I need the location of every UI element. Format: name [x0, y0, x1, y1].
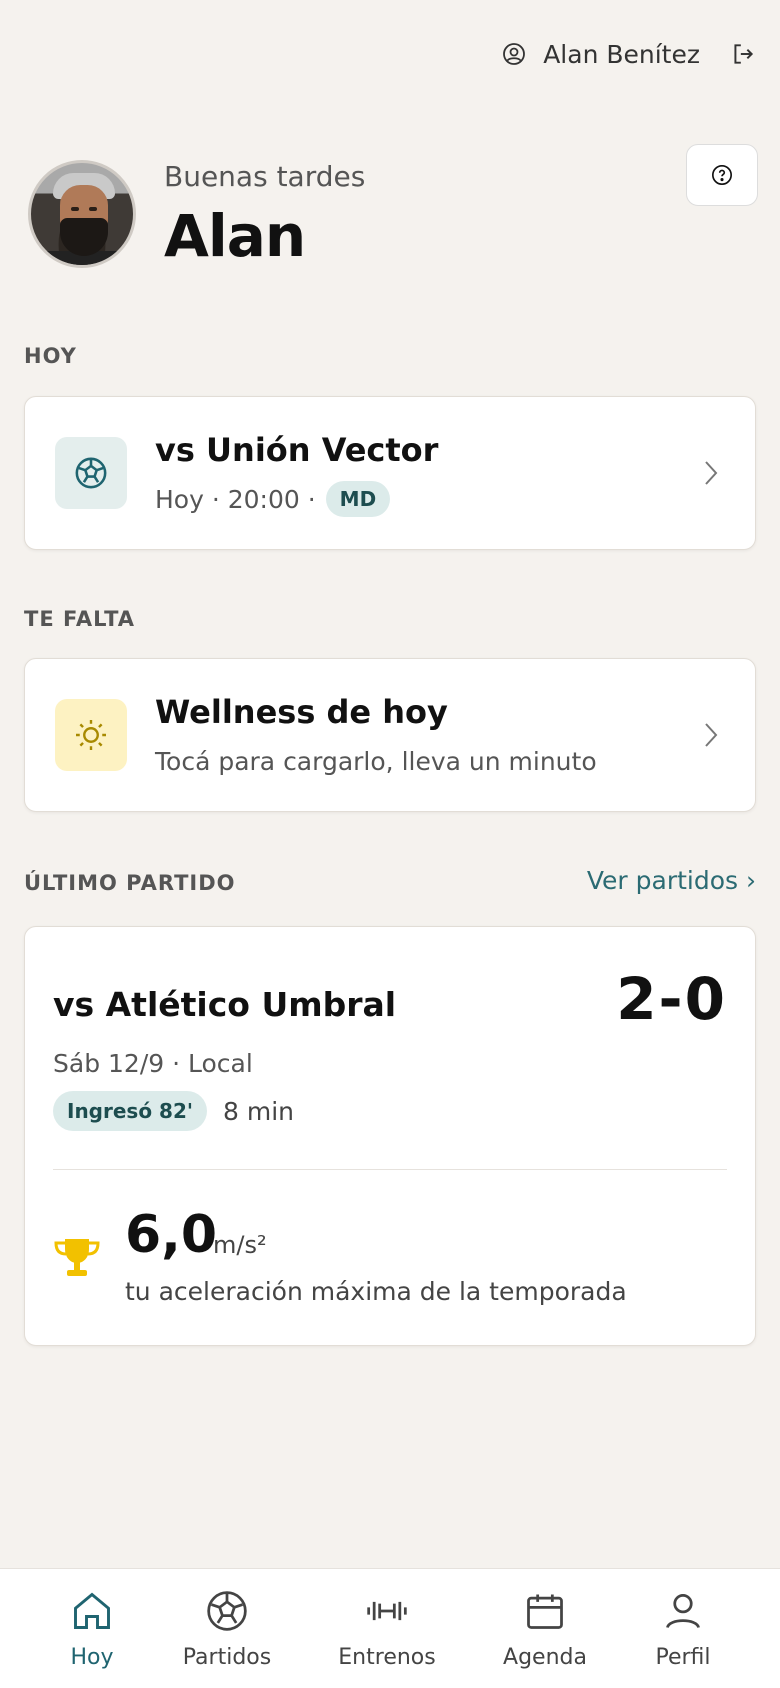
wellness-subtitle: Tocá para cargarlo, lleva un minuto — [155, 747, 597, 776]
nav-item-perfil[interactable]: Perfil — [618, 1589, 748, 1670]
nav-label: Entrenos — [338, 1645, 436, 1670]
avatar[interactable] — [28, 160, 136, 268]
user-name[interactable]: Alan Benítez — [543, 40, 700, 69]
wellness-card[interactable]: Wellness de hoy Tocá para cargarlo, llev… — [24, 658, 756, 812]
section-label-pending: TE FALTA — [24, 607, 136, 631]
last-match-title: vs Atlético Umbral — [53, 985, 397, 1024]
today-match-title: vs Unión Vector — [155, 431, 439, 469]
last-match-score: 2-0 — [616, 965, 727, 1033]
nav-item-entrenos[interactable]: Entrenos — [322, 1589, 452, 1670]
chevron-right-icon — [705, 723, 718, 747]
minutes-played: 8 min — [223, 1096, 294, 1126]
nav-item-agenda[interactable]: Agenda — [480, 1589, 610, 1670]
divider — [53, 1169, 727, 1170]
today-match-card[interactable]: vs Unión Vector Hoy · 20:00 · MD — [24, 396, 756, 550]
nav-item-hoy[interactable]: Hoy — [27, 1589, 157, 1670]
trophy-icon — [54, 1239, 100, 1276]
today-match-time: Hoy · 20:00 · — [155, 484, 316, 514]
calendar-icon — [527, 1594, 563, 1629]
today-match-meta: Hoy · 20:00 · MD — [155, 481, 391, 517]
home-icon — [74, 1592, 110, 1629]
question-icon — [712, 165, 732, 185]
nav-label: Agenda — [503, 1645, 587, 1670]
last-match-participation: Ingresó 82' 8 min — [53, 1091, 294, 1131]
last-match-card[interactable]: vs Atlético Umbral 2-0 Sáb 12/9 · Local … — [24, 926, 756, 1346]
nav-label: Partidos — [182, 1645, 272, 1670]
see-matches-link[interactable]: Ver partidos › — [587, 866, 756, 895]
stat-unit: m/s² — [213, 1231, 267, 1259]
dumbbell-icon — [367, 1601, 407, 1621]
help-button[interactable] — [686, 144, 758, 206]
last-match-subtitle: Sáb 12/9 · Local — [53, 1049, 253, 1078]
stat-value: 6,0 — [125, 1205, 218, 1265]
sun-icon — [55, 699, 127, 771]
stat-description: tu aceleración máxima de la temporada — [125, 1277, 627, 1306]
section-label-today: HOY — [24, 344, 77, 368]
top-bar: Alan Benítez — [0, 36, 756, 72]
nav-label: Perfil — [655, 1645, 711, 1670]
logout-icon[interactable] — [730, 41, 756, 67]
section-label-last-match: ÚLTIMO PARTIDO — [24, 871, 236, 895]
entered-badge: Ingresó 82' — [53, 1091, 207, 1131]
user-icon — [666, 1594, 700, 1629]
nav-item-partidos[interactable]: Partidos — [162, 1589, 292, 1670]
greeting-subtitle: Buenas tardes — [164, 160, 366, 193]
match-day-badge: MD — [325, 481, 391, 517]
greeting-header: Buenas tardes Alan — [28, 144, 758, 270]
wellness-title: Wellness de hoy — [155, 693, 448, 731]
soccer-ball-icon — [207, 1591, 247, 1631]
greeting-name: Alan — [164, 202, 306, 270]
nav-label: Hoy — [70, 1645, 114, 1670]
chevron-right-icon — [705, 461, 718, 485]
bottom-navigation: Hoy Partidos Entrenos Agenda Perfil — [0, 1568, 780, 1688]
user-circle-icon[interactable] — [501, 41, 527, 67]
soccer-ball-icon — [55, 437, 127, 509]
